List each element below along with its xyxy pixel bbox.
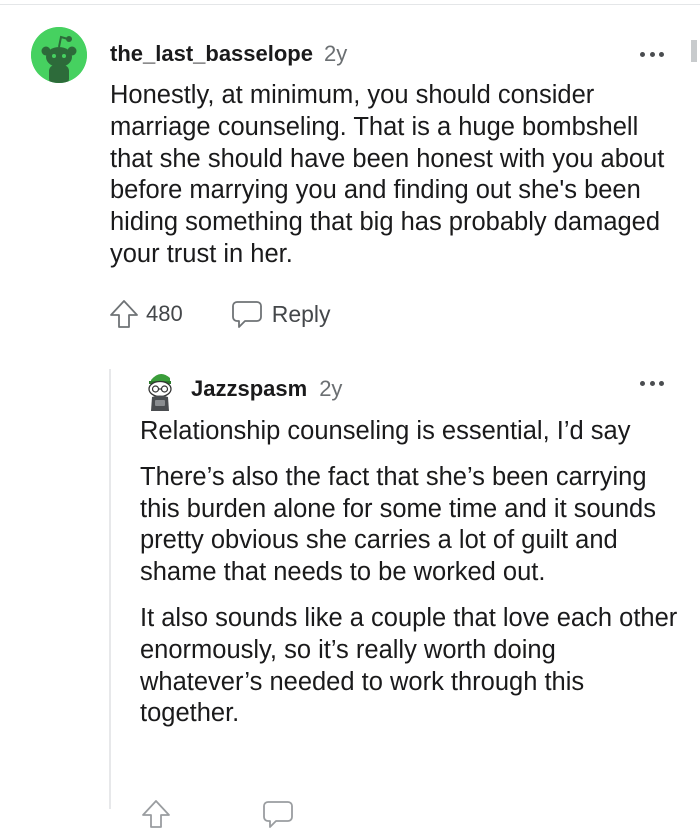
more-options-icon[interactable] [640, 377, 664, 389]
upvote-arrow-icon [142, 800, 170, 828]
vote-count: 480 [146, 301, 183, 326]
upvote-button[interactable]: 480 [108, 298, 183, 330]
upvote-button[interactable] [140, 798, 172, 830]
reply-bubble-icon [231, 301, 262, 328]
comment-username[interactable]: the_last_basselope [110, 41, 313, 67]
upvote-arrow-icon [110, 300, 138, 328]
reply-avatar[interactable] [143, 370, 177, 412]
reply-button[interactable] [262, 799, 294, 829]
reply-button[interactable]: Reply [231, 299, 331, 329]
reply-label: Reply [271, 300, 331, 327]
snoo-character-avatar-icon [148, 373, 172, 411]
comment-body: Honestly, at minimum, you should conside… [110, 81, 665, 268]
reply-body: Relationship counseling is essential, I’… [140, 416, 685, 744]
comment-age: 2y [323, 41, 348, 66]
top-divider [0, 4, 700, 5]
more-options-icon[interactable] [640, 48, 664, 60]
reply-paragraph: There’s also the fact that she’s been ca… [140, 462, 656, 587]
comment-header: the_last_basselope 2y [110, 41, 347, 67]
comment-actions: 480 Reply [108, 298, 331, 330]
reply-age: 2y [319, 376, 343, 401]
reply-username[interactable]: Jazzspasm [191, 376, 307, 402]
reply-paragraph: It also sounds like a couple that love e… [140, 603, 678, 728]
snoo-avatar-icon [31, 27, 87, 83]
scrollbar-thumb[interactable] [691, 40, 697, 62]
reply-bubble-icon [263, 801, 293, 828]
reply-header: Jazzspasm 2y [191, 376, 342, 402]
avatar[interactable] [31, 27, 87, 83]
reply-paragraph: Relationship counseling is essential, I’… [140, 417, 631, 445]
reply-actions [140, 798, 294, 830]
thread-line[interactable] [109, 369, 111, 809]
